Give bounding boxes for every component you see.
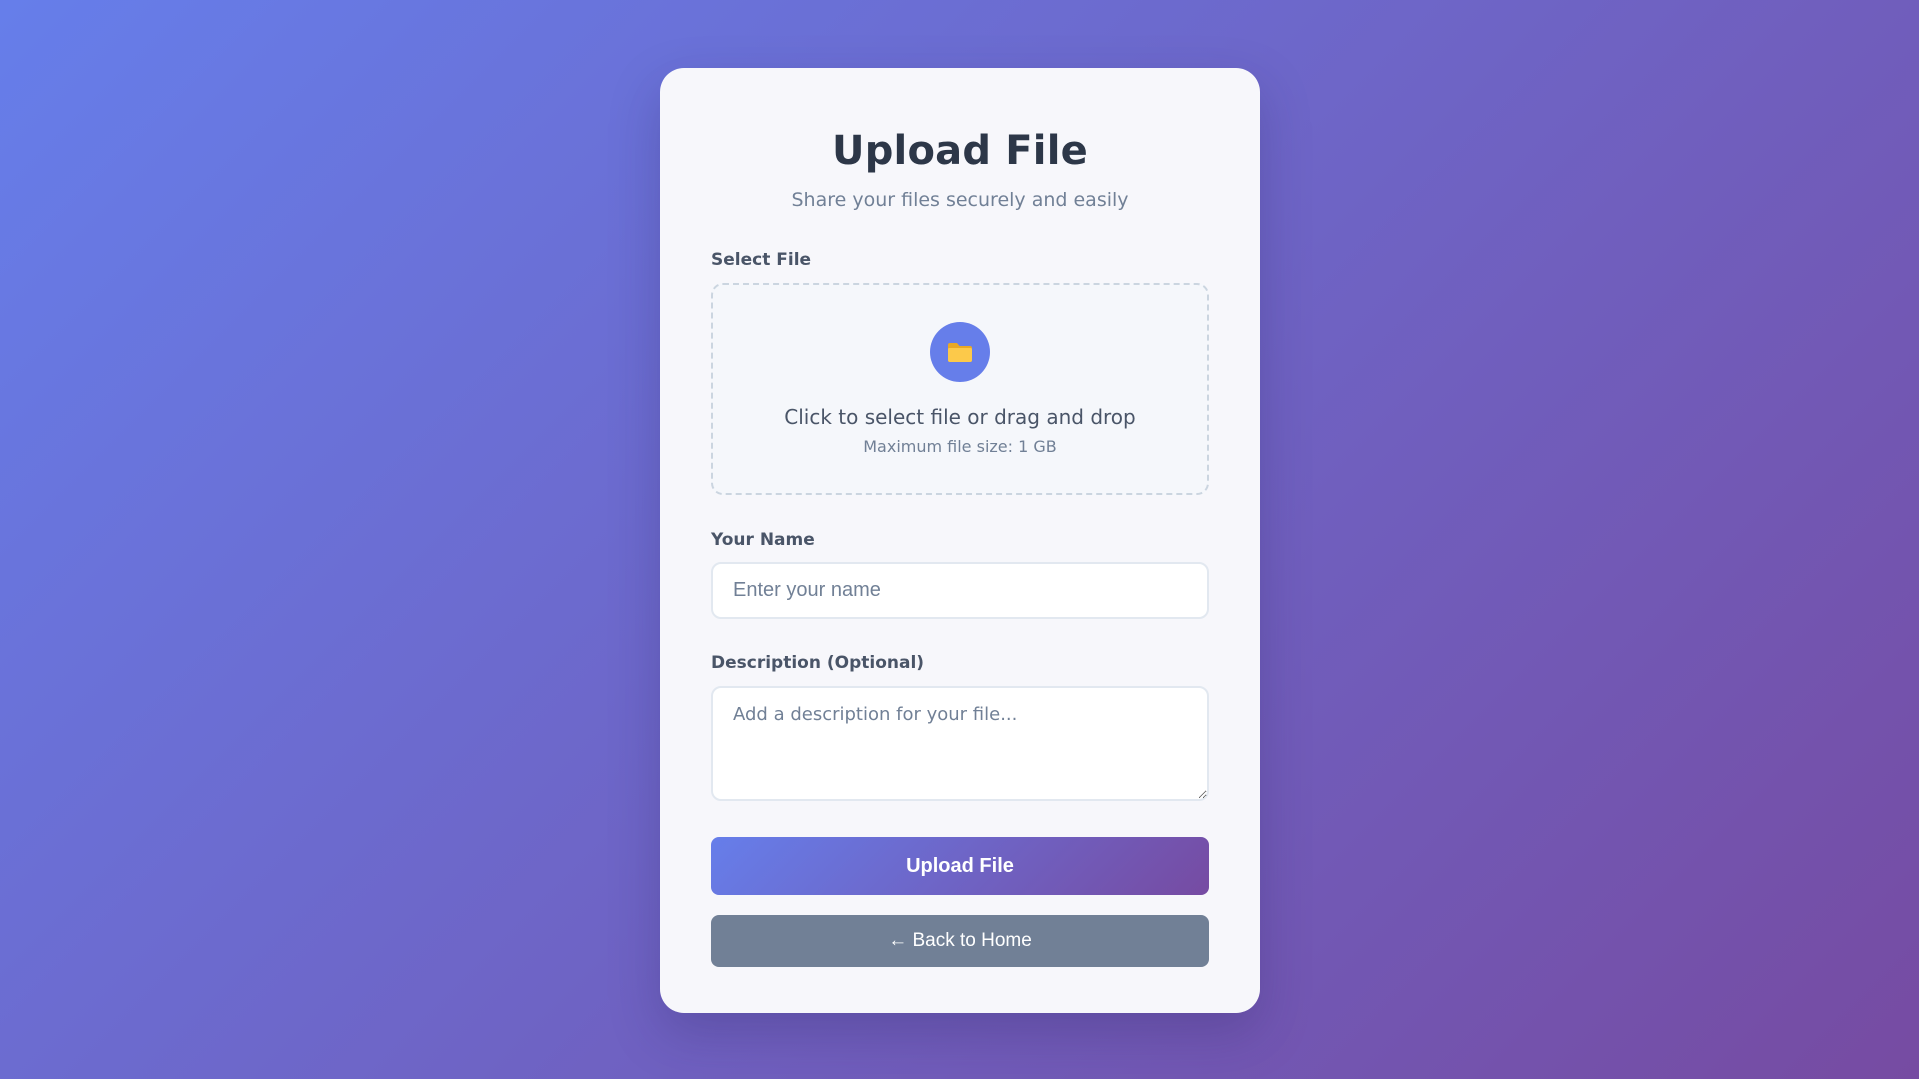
back-to-home-button[interactable]: ← Back to Home — [711, 915, 1209, 967]
description-textarea[interactable] — [711, 686, 1209, 801]
file-dropzone[interactable]: Click to select file or drag and drop Ma… — [711, 283, 1209, 495]
page-subtitle: Share your files securely and easily — [791, 189, 1129, 211]
upload-card: Upload File Share your files securely an… — [660, 68, 1260, 1013]
folder-icon-badge — [930, 322, 990, 382]
name-label: Your Name — [711, 530, 815, 550]
folder-icon — [948, 343, 972, 362]
description-label: Description (Optional) — [711, 653, 925, 673]
select-file-label: Select File — [711, 250, 812, 270]
upload-button[interactable]: Upload File — [711, 837, 1209, 895]
name-input[interactable] — [711, 562, 1209, 619]
dropzone-prompt: Click to select file or drag and drop — [784, 405, 1136, 429]
page-title: Upload File — [832, 128, 1088, 174]
dropzone-hint: Maximum file size: 1 GB — [863, 437, 1057, 456]
